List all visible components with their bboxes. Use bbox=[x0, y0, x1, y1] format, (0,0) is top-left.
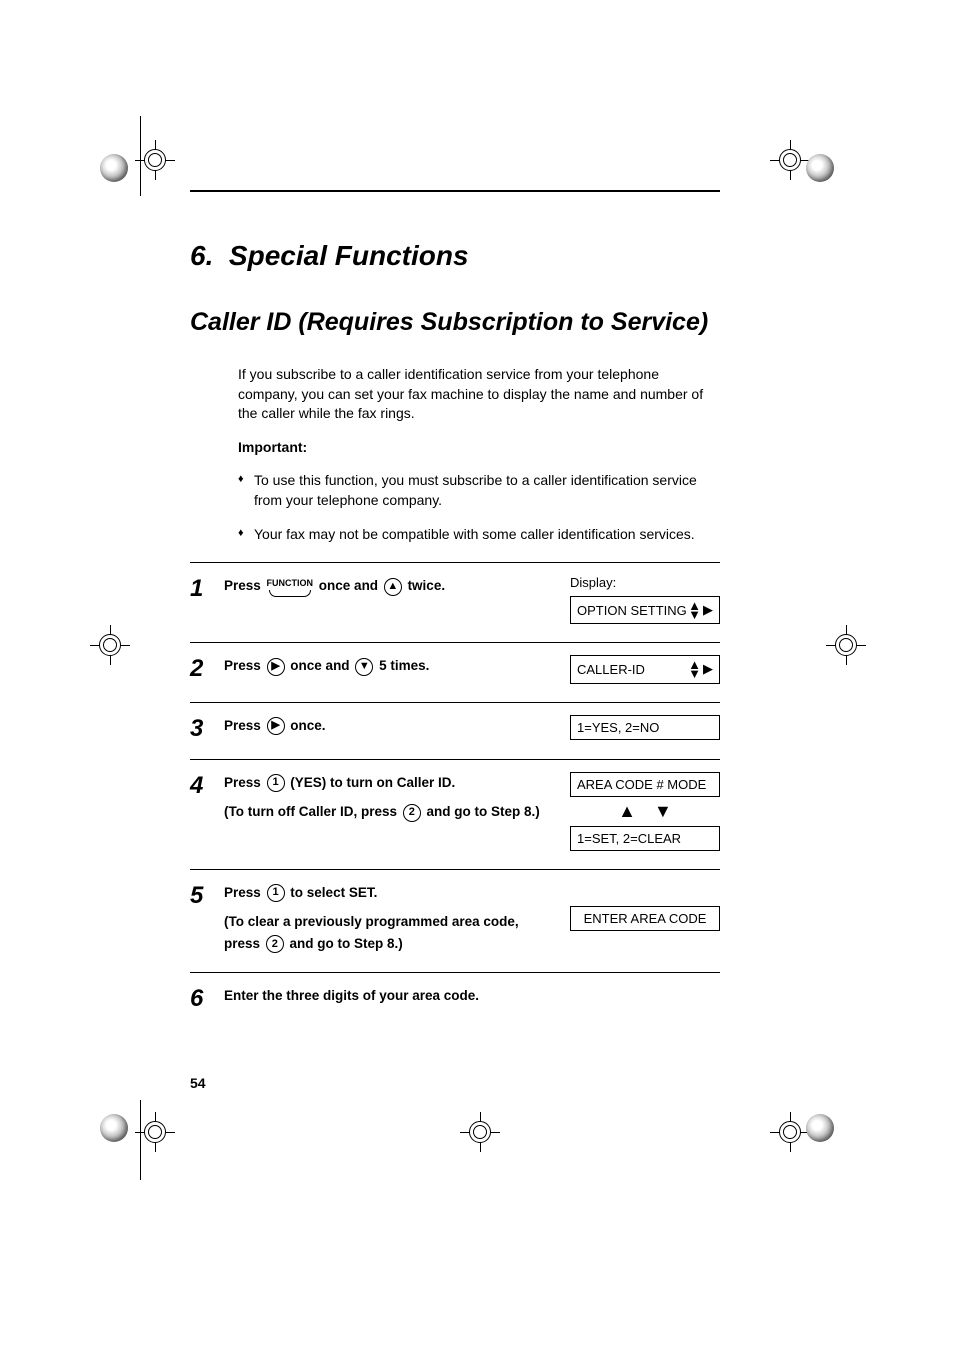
lcd-display-box: CALLER-ID ▲▼▶ bbox=[570, 655, 720, 683]
lcd-text: 1=SET, 2=CLEAR bbox=[577, 831, 681, 846]
print-patch bbox=[806, 1114, 834, 1142]
step-row: 6Enter the three digits of your area cod… bbox=[190, 972, 720, 1029]
step-text: and go to Step 8.) bbox=[423, 804, 540, 819]
step-instruction: Press 1 (YES) to turn on Caller ID. (To t… bbox=[224, 772, 570, 823]
header-rule bbox=[190, 190, 720, 192]
digit-2-button-icon: 2 bbox=[403, 804, 421, 822]
step-row: 2Press ▶ once and ▼ 5 times. CALLER-ID ▲▼▶ bbox=[190, 642, 720, 701]
step-number: 3 bbox=[190, 715, 224, 741]
step-text: once and bbox=[315, 578, 382, 593]
step-sub-instruction: (To clear a previously programmed area c… bbox=[224, 911, 558, 954]
bullet-item: To use this function, you must subscribe… bbox=[238, 471, 720, 510]
down-arrow-button-icon: ▼ bbox=[355, 658, 373, 676]
crop-guide bbox=[140, 1100, 141, 1180]
step-text: twice. bbox=[404, 578, 445, 593]
step-row: 3Press ▶ once. 1=YES, 2=NO bbox=[190, 702, 720, 759]
display-label: Display: bbox=[570, 575, 720, 590]
function-button-icon: FUNCTION bbox=[267, 576, 314, 596]
registration-mark bbox=[105, 1092, 185, 1172]
lcd-display-box: 1=SET, 2=CLEAR bbox=[570, 826, 720, 851]
step-instruction: Press FUNCTION once and ▲ twice. bbox=[224, 575, 570, 597]
step-number: 5 bbox=[190, 882, 224, 908]
registration-mark bbox=[60, 605, 140, 685]
step-row: 4Press 1 (YES) to turn on Caller ID. (To … bbox=[190, 759, 720, 869]
step-text: 5 times. bbox=[375, 658, 429, 673]
nav-arrows-icon: ▲▼▶ bbox=[688, 660, 713, 678]
step-number: 6 bbox=[190, 985, 224, 1011]
page-content: 6. Special Functions Caller ID (Requires… bbox=[190, 190, 720, 1029]
step-display-column: Display: OPTION SETTING▲▼▶ bbox=[570, 575, 720, 624]
lcd-text: 1=YES, 2=NO bbox=[577, 720, 659, 735]
step-text: once and bbox=[287, 658, 354, 673]
step-text: Press bbox=[224, 718, 265, 733]
registration-mark bbox=[430, 1092, 510, 1172]
lcd-text: OPTION SETTING bbox=[577, 603, 687, 618]
lcd-text: ENTER AREA CODE bbox=[584, 911, 707, 926]
page-number: 54 bbox=[190, 1075, 206, 1091]
lcd-display-box: ENTER AREA CODE bbox=[570, 906, 720, 931]
intro-paragraph: If you subscribe to a caller identificat… bbox=[238, 365, 720, 424]
lcd-text: AREA CODE # MODE bbox=[577, 777, 706, 792]
steps-list: 1Press FUNCTION once and ▲ twice.Display… bbox=[190, 562, 720, 1029]
step-instruction: Enter the three digits of your area code… bbox=[224, 985, 570, 1007]
step-number: 4 bbox=[190, 772, 224, 798]
print-patch bbox=[806, 154, 834, 182]
step-display-column: AREA CODE # MODE ▲▼ 1=SET, 2=CLEAR bbox=[570, 772, 720, 851]
step-text: to select SET. bbox=[287, 885, 378, 900]
step-text: and go to Step 8.) bbox=[286, 936, 403, 951]
step-text: Enter the three digits of your area code… bbox=[224, 988, 479, 1003]
step-text: Press bbox=[224, 658, 265, 673]
intro-block: If you subscribe to a caller identificat… bbox=[238, 365, 720, 544]
chapter-title: 6. Special Functions bbox=[190, 240, 720, 272]
right-arrow-button-icon: ▶ bbox=[267, 658, 285, 676]
step-text: (To turn off Caller ID, press bbox=[224, 804, 401, 819]
section-title: Caller ID (Requires Subscription to Serv… bbox=[190, 308, 720, 337]
important-label: Important: bbox=[238, 438, 720, 458]
lcd-text: CALLER-ID bbox=[577, 662, 645, 677]
step-display-column: 1=YES, 2=NO bbox=[570, 715, 720, 740]
nav-arrows-icon: ▲▼▶ bbox=[688, 601, 713, 619]
chapter-name: Special Functions bbox=[229, 240, 469, 271]
step-display-column: CALLER-ID ▲▼▶ bbox=[570, 655, 720, 683]
step-text: Press bbox=[224, 775, 265, 790]
crop-guide bbox=[140, 116, 141, 196]
step-instruction: Press ▶ once and ▼ 5 times. bbox=[224, 655, 570, 677]
chapter-number: 6. bbox=[190, 240, 213, 271]
step-text: (YES) to turn on Caller ID. bbox=[287, 775, 456, 790]
lcd-display-box: OPTION SETTING▲▼▶ bbox=[570, 596, 720, 624]
up-arrow-button-icon: ▲ bbox=[384, 578, 402, 596]
digit-1-button-icon: 1 bbox=[267, 774, 285, 792]
lcd-display-box: 1=YES, 2=NO bbox=[570, 715, 720, 740]
digit-2-button-icon: 2 bbox=[266, 935, 284, 953]
step-row: 1Press FUNCTION once and ▲ twice.Display… bbox=[190, 562, 720, 642]
step-instruction: Press 1 to select SET. (To clear a previo… bbox=[224, 882, 570, 955]
step-display-column: ENTER AREA CODE bbox=[570, 882, 720, 931]
step-row: 5Press 1 to select SET. (To clear a previ… bbox=[190, 869, 720, 973]
step-number: 1 bbox=[190, 575, 224, 601]
step-number: 2 bbox=[190, 655, 224, 681]
step-text: once. bbox=[287, 718, 326, 733]
digit-1-button-icon: 1 bbox=[267, 884, 285, 902]
step-text: Press bbox=[224, 578, 265, 593]
registration-mark bbox=[796, 605, 876, 685]
up-down-arrows-icon: ▲▼ bbox=[570, 797, 720, 826]
right-arrow-button-icon: ▶ bbox=[267, 717, 285, 735]
step-instruction: Press ▶ once. bbox=[224, 715, 570, 737]
lcd-display-box: AREA CODE # MODE bbox=[570, 772, 720, 797]
step-sub-instruction: (To turn off Caller ID, press 2 and go t… bbox=[224, 801, 558, 823]
registration-mark bbox=[105, 120, 185, 200]
bullet-item: Your fax may not be compatible with some… bbox=[238, 525, 720, 545]
important-bullets: To use this function, you must subscribe… bbox=[238, 471, 720, 544]
step-text: Press bbox=[224, 885, 265, 900]
